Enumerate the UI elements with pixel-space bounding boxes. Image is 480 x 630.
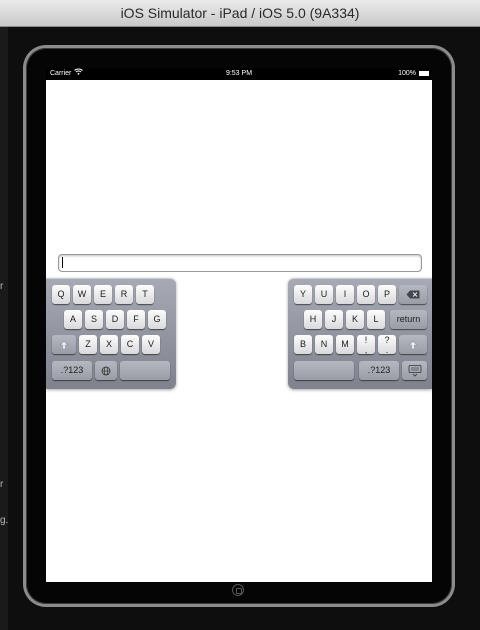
key-question-period[interactable]: ? . [378,335,396,355]
key-h[interactable]: H [304,310,322,329]
hide-keyboard-key[interactable] [402,361,427,380]
key-z[interactable]: Z [79,335,97,354]
ghost-text: r [0,479,4,490]
globe-icon [101,365,111,376]
key-u[interactable]: U [315,285,333,304]
shift-key-right[interactable] [399,335,427,354]
status-time: 9:53 PM [225,70,253,77]
key-w[interactable]: W [73,285,91,304]
simulator-window: iOS Simulator - iPad / iOS 5.0 (9A334) r… [0,0,480,630]
key-c[interactable]: C [121,335,139,354]
shift-key[interactable] [52,335,76,354]
key-secondary: . [385,345,389,355]
ipad-screen[interactable]: Carrier 9:53 PM 100% Q W E R T A S D F G [46,68,432,582]
split-keyboard-right: Y U I O P H J K L return B N M ! , ? . .… [288,278,432,389]
key-g[interactable]: G [148,310,166,329]
key-i[interactable]: I [336,285,354,304]
key-m[interactable]: M [336,335,354,354]
shift-icon [408,339,418,349]
key-secondary: , [364,345,368,355]
space-key-right[interactable] [294,361,354,380]
numbers-key[interactable]: .?123 [52,361,92,380]
window-title: iOS Simulator - iPad / iOS 5.0 (9A334) [120,5,360,21]
key-d[interactable]: D [106,310,124,329]
key-k[interactable]: K [346,310,364,329]
background-strip: r r g. [0,27,8,630]
key-n[interactable]: N [315,335,333,354]
key-primary: ? [384,335,390,345]
key-j[interactable]: J [325,310,343,329]
battery-percent: 100% [398,70,416,77]
key-v[interactable]: V [142,335,160,354]
key-t[interactable]: T [136,285,154,304]
ghost-text: r [0,281,4,292]
key-primary: ! [364,335,368,345]
key-b[interactable]: B [294,335,312,354]
key-o[interactable]: O [357,285,375,304]
battery-icon [419,71,429,76]
key-r[interactable]: R [115,285,133,304]
status-bar: Carrier 9:53 PM 100% [46,68,432,80]
ghost-text: g. [0,515,9,526]
home-button[interactable] [232,584,244,596]
text-caret [62,257,63,268]
delete-icon [406,289,420,299]
key-e[interactable]: E [94,285,112,304]
hide-keyboard-icon [408,364,422,377]
key-exclaim-comma[interactable]: ! , [357,335,375,355]
return-key[interactable]: return [390,310,427,329]
space-key-left[interactable] [120,361,170,380]
key-l[interactable]: L [367,310,385,329]
text-input-field[interactable] [58,254,422,272]
key-f[interactable]: F [127,310,145,329]
key-a[interactable]: A [64,310,82,329]
shift-icon [59,339,69,349]
globe-key[interactable] [95,361,117,380]
delete-key[interactable] [399,285,427,304]
split-keyboard-left: Q W E R T A S D F G Z X C V .?123 [46,278,176,389]
key-p[interactable]: P [378,285,396,304]
key-y[interactable]: Y [294,285,312,304]
key-x[interactable]: X [100,335,118,354]
key-q[interactable]: Q [52,285,70,304]
window-titlebar: iOS Simulator - iPad / iOS 5.0 (9A334) [0,0,480,27]
key-s[interactable]: S [85,310,103,329]
numbers-key-right[interactable]: .?123 [359,361,399,380]
